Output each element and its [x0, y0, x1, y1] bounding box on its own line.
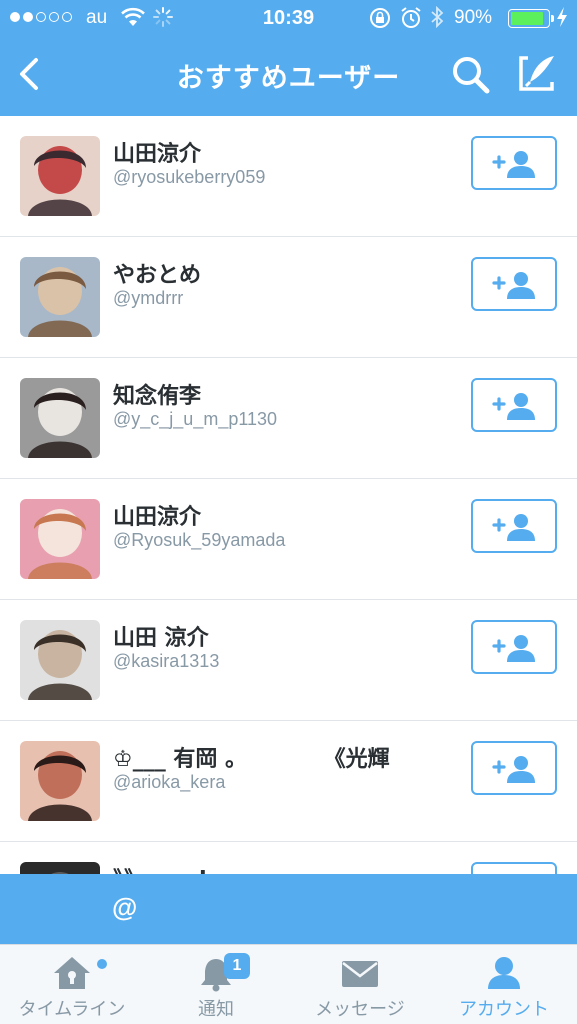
user-row[interactable]: 知念侑李 @y_c_j_u_m_p1130 — [0, 358, 577, 479]
follow-user-icon — [492, 393, 535, 420]
status-bar: au 10:39 90% — [0, 0, 577, 36]
search-icon — [453, 57, 490, 94]
user-row[interactable]: やおとめ @ymdrrr — [0, 237, 577, 358]
navigation-bar: おすすめユーザー — [0, 36, 577, 116]
follow-button[interactable] — [471, 499, 557, 553]
user-display-name: やおとめ — [113, 263, 202, 288]
follow-button[interactable] — [471, 257, 557, 311]
user-display-name: 山田 涼介 — [113, 626, 209, 651]
follow-button[interactable] — [471, 136, 557, 190]
user-handle: @arioka_kera — [113, 772, 226, 792]
avatar[interactable] — [20, 741, 100, 821]
user-handle: @Ryosuk_59yamada — [113, 530, 286, 550]
bluetooth-icon — [430, 5, 444, 35]
charging-bolt-icon — [556, 5, 568, 35]
user-display-name: 山田涼介 — [113, 505, 202, 530]
avatar[interactable] — [20, 620, 100, 700]
search-button[interactable] — [450, 54, 492, 96]
notification-badge: 1 — [224, 953, 250, 979]
follow-user-icon — [492, 756, 535, 783]
avatar[interactable] — [20, 136, 100, 216]
new-content-dot — [97, 959, 107, 969]
user-display-name: 》》 ymd — [113, 862, 207, 874]
envelope-icon — [342, 961, 378, 987]
mention-button[interactable]: @ — [112, 892, 137, 923]
person-icon — [488, 957, 520, 989]
tab-bar: タイムライン 1 通知 メッセージ アカウント — [0, 944, 577, 1024]
user-row[interactable]: 山田涼介 @Ryosuk_59yamada — [0, 479, 577, 600]
tab-label: アカウント — [459, 999, 549, 1020]
user-handle: @y_c_j_u_m_p1130 — [113, 409, 278, 429]
user-handle: @ymdrrr — [113, 288, 184, 308]
user-display-name: 山田涼介 — [113, 142, 202, 167]
follow-button[interactable] — [471, 378, 557, 432]
compose-tweet-button[interactable] — [516, 52, 558, 94]
user-handle: @ryosukeberry059 — [113, 167, 266, 187]
home-icon — [54, 957, 90, 989]
user-handle: @kasira1313 — [113, 651, 220, 671]
avatar[interactable] — [20, 862, 100, 874]
rotation-lock-icon — [368, 6, 392, 36]
recommended-users-list[interactable]: 山田涼介 @ryosukeberry059 やおとめ @ymdrrr 知念侑李 @y_c_… — [0, 116, 577, 874]
tab-account[interactable]: アカウント — [432, 945, 576, 1024]
tab-timeline[interactable]: タイムライン — [0, 945, 144, 1024]
avatar[interactable] — [20, 378, 100, 458]
tab-messages[interactable]: メッセージ — [288, 945, 432, 1024]
user-display-name: ♔___ 有岡 。 《光輝 — [113, 747, 390, 772]
user-row[interactable]: 山田 涼介 @kasira1313 — [0, 600, 577, 721]
user-row[interactable]: 山田涼介 @ryosukeberry059 — [0, 116, 577, 237]
user-row[interactable]: 》》 ymd — [0, 842, 577, 874]
battery-icon — [508, 9, 554, 28]
compose-icon — [519, 56, 554, 91]
follow-button[interactable] — [471, 620, 557, 674]
tab-label: 通知 — [198, 999, 234, 1020]
battery-fill — [511, 12, 544, 25]
avatar[interactable] — [20, 499, 100, 579]
follow-user-icon — [492, 635, 535, 662]
follow-user-icon — [492, 272, 535, 299]
mention-bar: @ — [0, 874, 577, 944]
tab-label: タイムライン — [18, 999, 126, 1020]
follow-user-icon — [492, 151, 535, 178]
user-display-name: 知念侑李 — [113, 384, 202, 409]
follow-button[interactable] — [471, 862, 557, 874]
tab-label: メッセージ — [315, 999, 405, 1020]
alarm-icon — [400, 6, 422, 36]
follow-user-icon — [492, 514, 535, 541]
follow-button[interactable] — [471, 741, 557, 795]
avatar[interactable] — [20, 257, 100, 337]
user-row[interactable]: ♔___ 有岡 。 《光輝 @arioka_kera — [0, 721, 577, 842]
tab-notifications[interactable]: 1 通知 — [144, 945, 288, 1024]
battery-percentage: 90% — [454, 7, 493, 28]
